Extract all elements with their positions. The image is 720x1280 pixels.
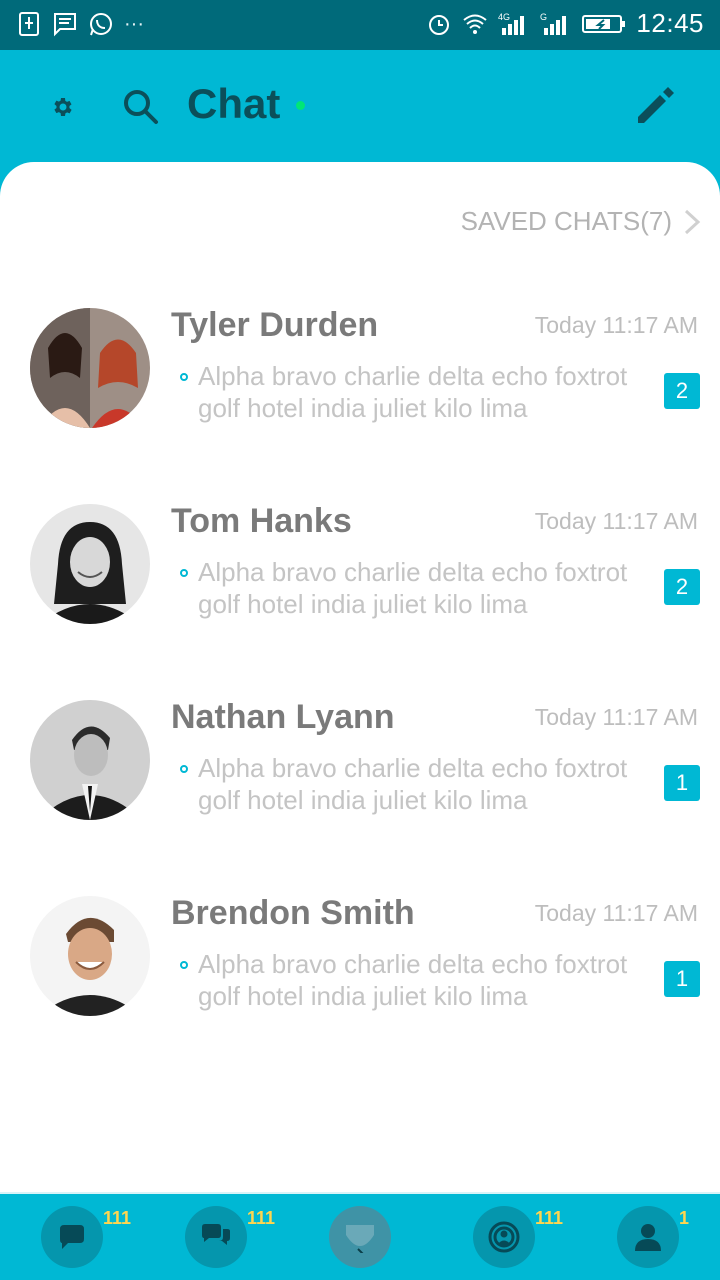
unread-count-badge: 1 [664, 961, 700, 997]
chat-message-preview: Alpha bravo charlie delta echo foxtrot g… [198, 949, 628, 1011]
nav-group-chats[interactable] [185, 1206, 247, 1268]
chat-list-item[interactable]: Tyler Durden Today 11:17 AM Alpha bravo … [0, 302, 720, 498]
chat-contact-name: Brendon Smith [171, 894, 415, 932]
nav-chats[interactable] [41, 1206, 103, 1268]
chat-list-item[interactable]: Brendon Smith Today 11:17 AM Alpha bravo… [0, 890, 720, 1086]
chat-panel: SAVED CHATS(7) Tyler Durden Today 11:17 … [0, 162, 720, 1192]
avatar [30, 308, 150, 428]
gear-icon[interactable] [50, 95, 74, 119]
chat-timestamp: Today 11:17 AM [534, 508, 698, 534]
message-icon [54, 13, 76, 37]
battery-icon [582, 14, 626, 33]
delivery-status-icon [180, 569, 188, 577]
chevron-right-icon [684, 209, 701, 234]
center-action-icon [346, 1225, 374, 1253]
saved-chats-label: SAVED CHATS(7) [460, 206, 672, 236]
delivery-status-icon [180, 765, 188, 773]
chat-message-preview: Alpha bravo charlie delta echo foxtrot g… [198, 557, 628, 619]
chat-contact-name: Tom Hanks [171, 502, 352, 540]
delivery-status-icon [180, 961, 188, 969]
nav-profile[interactable] [617, 1206, 679, 1268]
nav-badge: 111 [247, 1208, 276, 1228]
chat-message-preview: Alpha bravo charlie delta echo foxtrot g… [198, 361, 628, 423]
chat-message-preview: Alpha bravo charlie delta echo foxtrot g… [198, 753, 628, 815]
status-time: 12:45 [636, 8, 704, 38]
profile-icon [635, 1224, 661, 1251]
overflow-indicator: ··· [124, 12, 144, 35]
svg-text:G: G [540, 12, 547, 22]
usb-icon [19, 12, 39, 36]
wifi-icon [463, 14, 488, 34]
search-icon[interactable] [120, 86, 160, 126]
compose-icon[interactable] [632, 85, 676, 129]
unread-count-badge: 1 [664, 765, 700, 801]
nav-badge: 111 [103, 1208, 132, 1228]
saved-chats-link[interactable]: SAVED CHATS(7) [461, 206, 702, 237]
chat-contact-name: Tyler Durden [171, 306, 379, 344]
avatar [30, 896, 150, 1016]
nav-badge: 1 [679, 1208, 690, 1228]
nav-badge: 111 [535, 1208, 564, 1228]
broadcast-icon [488, 1221, 520, 1253]
chat-list-item[interactable]: Nathan Lyann Today 11:17 AM Alpha bravo … [0, 694, 720, 890]
chat-list-item[interactable]: Tom Hanks Today 11:17 AM Alpha bravo cha… [0, 498, 720, 694]
nav-center-action[interactable] [329, 1206, 391, 1268]
chat-timestamp: Today 11:17 AM [534, 312, 698, 338]
unread-count-badge: 2 [664, 373, 700, 409]
whatsapp-icon [90, 13, 112, 36]
delivery-status-icon [180, 373, 188, 381]
avatar [30, 700, 150, 820]
signal-g-icon: G [540, 12, 567, 35]
page-title: Chat [187, 80, 281, 127]
alarm-icon [429, 14, 450, 35]
nav-broadcast[interactable] [473, 1206, 535, 1268]
signal-4g-icon: 4G [498, 12, 525, 35]
avatar [30, 504, 150, 624]
svg-text:4G: 4G [498, 12, 510, 22]
chat-timestamp: Today 11:17 AM [534, 704, 698, 730]
bottom-nav: 111 111 111 1 [0, 1192, 720, 1280]
chat-list: Tyler Durden Today 11:17 AM Alpha bravo … [0, 302, 720, 1086]
online-status-dot [296, 101, 305, 110]
status-bar: ··· 4G G 12:45 [0, 0, 720, 50]
app-header: Chat [0, 50, 720, 162]
chat-bubble-icon [60, 1225, 84, 1249]
group-chat-icon [202, 1224, 230, 1245]
chat-timestamp: Today 11:17 AM [534, 900, 698, 926]
chat-contact-name: Nathan Lyann [171, 698, 395, 736]
unread-count-badge: 2 [664, 569, 700, 605]
